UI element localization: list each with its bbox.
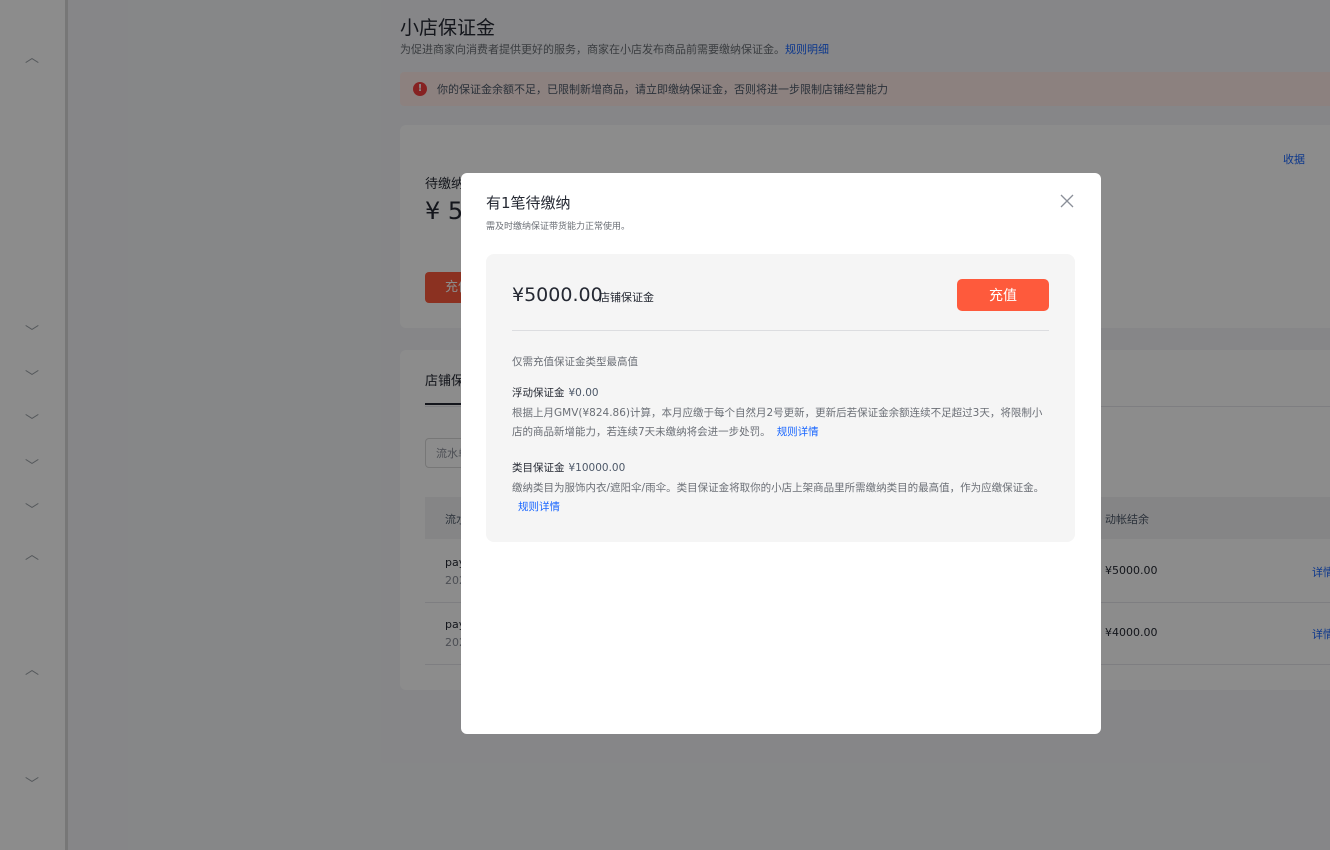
deposit-amount-label: 店铺保证金 [599,291,654,304]
floating-deposit-desc: 根据上月GMV(¥824.86)计算，本月应缴于每个自然月2号更新，更新后若保证… [512,404,1052,442]
recharge-button[interactable]: 充值 [957,279,1049,311]
floating-deposit-value: ¥0.00 [568,387,599,399]
floating-deposit-label: 浮动保证金 [512,387,565,399]
category-deposit-desc-text: 缴纳类目为服饰内衣/遮阳伞/雨伞。类目保证金将取你的小店上架商品里所需缴纳类目的… [512,482,1045,494]
modal-title: 有1笔待缴纳 [486,194,571,212]
divider [512,330,1049,331]
category-deposit-value: ¥10000.00 [568,462,626,474]
floating-deposit-title: 浮动保证金 ¥0.00 [512,385,599,400]
category-deposit-label: 类目保证金 [512,462,565,474]
modal-subtitle: 需及时缴纳保证带货能力正常使用。 [486,222,631,232]
deposit-detail-panel: ¥5000.00 店铺保证金 充值 仅需充值保证金类型最高值 浮动保证金 ¥0.0… [486,254,1075,542]
payment-modal: 有1笔待缴纳 需及时缴纳保证带货能力正常使用。 ¥5000.00 店铺保证金 充… [461,173,1101,734]
deposit-amount: ¥5000.00 [512,284,603,306]
close-icon[interactable] [1058,192,1076,210]
category-deposit-title: 类目保证金 ¥10000.00 [512,460,625,475]
deposit-note: 仅需充值保证金类型最高值 [512,356,638,368]
category-deposit-desc: 缴纳类目为服饰内衣/遮阳伞/雨伞。类目保证金将取你的小店上架商品里所需缴纳类目的… [512,479,1052,517]
category-rules-link[interactable]: 规则详情 [518,501,560,513]
floating-rules-link[interactable]: 规则详情 [777,426,819,438]
